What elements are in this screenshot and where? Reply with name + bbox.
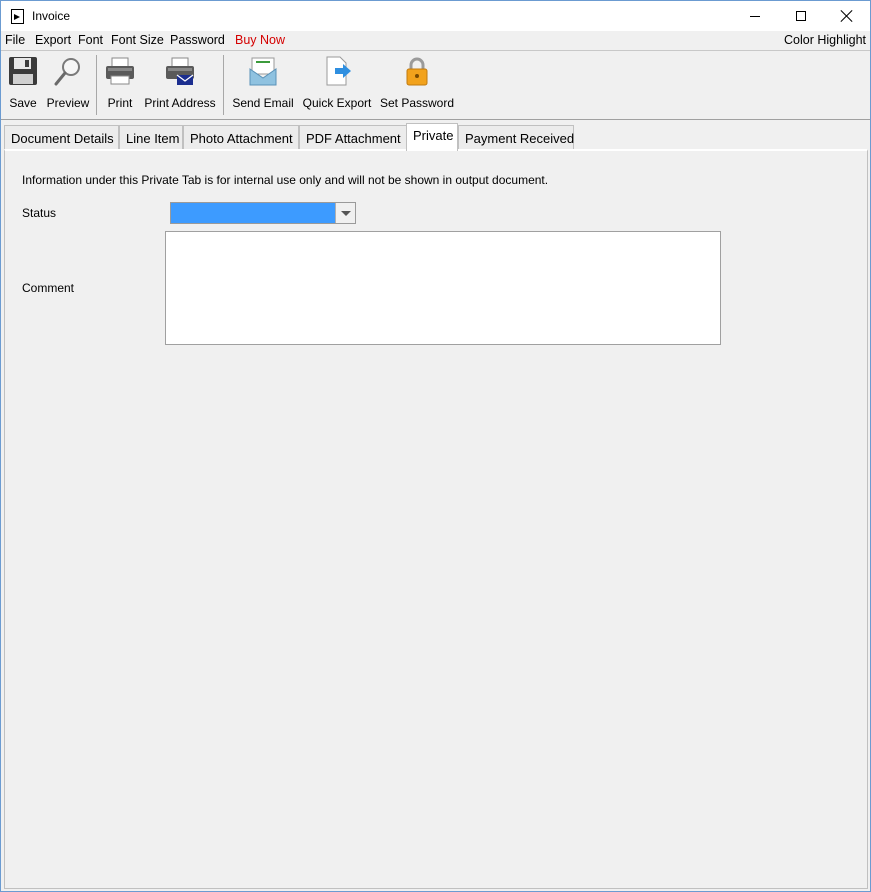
tab-pdf-attachment[interactable]: PDF Attachment	[299, 125, 407, 150]
close-button[interactable]	[824, 1, 870, 31]
menu-bar: File Export Font Font Size Password Buy …	[1, 31, 870, 51]
maximize-icon	[796, 11, 806, 21]
print-label: Print	[107, 96, 133, 110]
tab-line-item[interactable]: Line Item	[119, 125, 183, 150]
print-address-label: Print Address	[144, 96, 216, 110]
minimize-button[interactable]	[732, 1, 778, 31]
menu-export[interactable]: Export	[35, 33, 71, 47]
printer-icon	[106, 57, 134, 85]
tab-photo-attachment[interactable]: Photo Attachment	[183, 125, 299, 150]
toolbar-separator	[223, 55, 224, 115]
print-address-button[interactable]: Print Address	[142, 55, 218, 115]
preview-button[interactable]: Preview	[44, 55, 92, 115]
save-label: Save	[9, 96, 37, 110]
title-bar: Invoice	[1, 1, 870, 31]
tab-payment-received[interactable]: Payment Received	[458, 125, 574, 150]
printer-envelope-icon	[166, 57, 194, 85]
preview-label: Preview	[46, 96, 90, 110]
menu-color-highlight[interactable]: Color Highlight	[784, 33, 866, 47]
chevron-down-icon[interactable]	[335, 203, 355, 223]
menu-password[interactable]: Password	[170, 33, 225, 47]
toolbar-separator	[96, 55, 97, 115]
print-button[interactable]: Print	[102, 55, 138, 115]
quick-export-label: Quick Export	[302, 96, 372, 110]
app-icon	[11, 9, 24, 24]
toolbar: Save Preview Print Print Address Send Em…	[1, 52, 870, 120]
menu-font-size[interactable]: Font Size	[111, 33, 164, 47]
status-dropdown[interactable]	[170, 202, 356, 224]
send-email-label: Send Email	[232, 96, 294, 110]
close-icon	[841, 10, 853, 22]
email-icon	[249, 57, 277, 86]
tab-document-details[interactable]: Document Details	[4, 125, 119, 150]
floppy-disk-icon	[9, 57, 37, 85]
padlock-icon	[406, 57, 428, 86]
minimize-icon	[750, 15, 760, 17]
private-info-text: Information under this Private Tab is fo…	[22, 173, 549, 187]
menu-file[interactable]: File	[5, 33, 25, 47]
window-title: Invoice	[32, 9, 71, 23]
comment-label: Comment	[22, 281, 75, 295]
set-password-button[interactable]: Set Password	[377, 55, 457, 115]
comment-field[interactable]	[165, 231, 721, 345]
tab-private[interactable]: Private	[406, 123, 458, 151]
status-label: Status	[22, 206, 57, 220]
menu-buy-now[interactable]: Buy Now	[235, 33, 285, 47]
magnifier-icon	[54, 58, 80, 86]
quick-export-button[interactable]: Quick Export	[301, 55, 373, 115]
save-button[interactable]: Save	[6, 55, 40, 115]
maximize-button[interactable]	[778, 1, 824, 31]
invoice-window: Invoice File Export Font Font Size Passw…	[0, 0, 871, 892]
export-document-icon	[326, 56, 351, 86]
menu-font[interactable]: Font	[78, 33, 103, 47]
send-email-button[interactable]: Send Email	[229, 55, 297, 115]
set-password-label: Set Password	[379, 96, 455, 110]
